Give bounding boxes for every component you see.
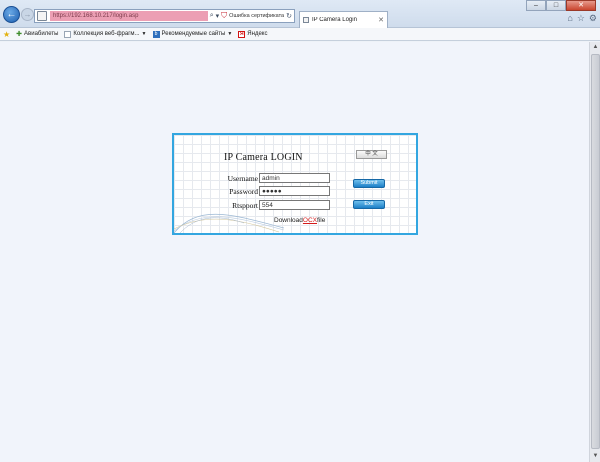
tab-label: IP Camera Login bbox=[312, 17, 357, 23]
favorite-label: Авиабилеты bbox=[24, 31, 59, 37]
login-panel: IP Camera LOGIN 中 文 Username Password Rt… bbox=[172, 133, 418, 235]
chevron-down-icon[interactable]: ▾ bbox=[216, 12, 220, 20]
home-icon[interactable]: ⌂ bbox=[567, 13, 572, 24]
caret-down-icon: ▼ bbox=[141, 31, 147, 37]
yandex-icon: Я bbox=[238, 30, 246, 38]
certificate-error-label[interactable]: Ошибка сертификата bbox=[229, 13, 284, 19]
password-row: Password bbox=[204, 186, 330, 196]
rtspport-row: Rtspport bbox=[204, 200, 330, 210]
page-icon bbox=[37, 11, 47, 21]
close-window-button[interactable]: ✕ bbox=[566, 0, 596, 11]
refresh-icon[interactable]: ↻ bbox=[286, 12, 292, 20]
browser-titlebar: ← → https://192.168.10.217/login.asp ⌕ ▾… bbox=[0, 0, 600, 28]
arrow-right-icon: → bbox=[23, 10, 32, 19]
caret-down-icon: ▼ bbox=[227, 31, 233, 37]
arrow-left-icon: ← bbox=[6, 9, 17, 20]
favorite-item-web-slices[interactable]: Коллекция веб-фрагм... ▼ bbox=[64, 30, 147, 38]
username-input[interactable] bbox=[259, 173, 330, 183]
download-suffix: file bbox=[317, 217, 326, 224]
address-url[interactable]: https://192.168.10.217/login.asp bbox=[50, 11, 208, 21]
scroll-down-icon[interactable]: ▼ bbox=[591, 452, 600, 461]
close-icon[interactable]: ✕ bbox=[378, 16, 384, 24]
minimize-button[interactable]: – bbox=[526, 0, 546, 11]
shield-icon[interactable]: ⛉ bbox=[221, 11, 227, 21]
favorites-bar: ★ ✚ Авиабилеты Коллекция веб-фрагм... ▼ … bbox=[0, 28, 600, 41]
rtspport-input[interactable] bbox=[259, 200, 330, 210]
search-icon[interactable]: ⌕ bbox=[210, 12, 214, 20]
favorite-label: Коллекция веб-фрагм... bbox=[73, 31, 140, 37]
username-row: Username bbox=[204, 173, 330, 183]
submit-button[interactable]: Submit bbox=[353, 179, 385, 188]
download-ocx-line: DownloadOCXfile bbox=[274, 217, 325, 224]
scroll-thumb[interactable] bbox=[591, 54, 600, 449]
login-title: IP Camera LOGIN bbox=[224, 152, 303, 163]
back-button[interactable]: ← bbox=[3, 6, 20, 23]
decorative-swoosh bbox=[174, 214, 284, 233]
gear-icon[interactable]: ⚙ bbox=[589, 13, 597, 24]
b-icon: b bbox=[152, 30, 160, 38]
language-button[interactable]: 中 文 bbox=[356, 150, 387, 159]
download-ocx-link[interactable]: OCX bbox=[303, 217, 317, 224]
favorite-item-suggested-sites[interactable]: b Рекомендуемые сайты ▼ bbox=[152, 30, 233, 38]
tab-ip-camera-login[interactable]: IP Camera Login ✕ bbox=[299, 11, 388, 28]
page-icon bbox=[303, 17, 309, 23]
page-icon bbox=[64, 30, 72, 38]
address-bar[interactable]: https://192.168.10.217/login.asp ⌕ ▾ ⛉ О… bbox=[34, 9, 295, 23]
browser-toolbar-icons: ⌂ ☆ ⚙ bbox=[567, 13, 597, 24]
favorite-item-aviabilety[interactable]: ✚ Авиабилеты bbox=[16, 30, 58, 38]
password-label: Password bbox=[229, 186, 258, 196]
window-controls: – □ ✕ bbox=[526, 0, 596, 11]
vertical-scrollbar[interactable]: ▲ ▼ bbox=[589, 42, 600, 462]
scroll-up-icon[interactable]: ▲ bbox=[591, 43, 600, 52]
forward-button[interactable]: → bbox=[21, 8, 34, 21]
favorites-star-icon[interactable]: ★ bbox=[3, 30, 10, 39]
username-label: Username bbox=[227, 173, 258, 183]
favorite-item-yandex[interactable]: Я Яндекс bbox=[238, 30, 268, 38]
favorite-label: Рекомендуемые сайты bbox=[161, 31, 226, 37]
star-icon[interactable]: ☆ bbox=[577, 13, 585, 24]
password-input[interactable] bbox=[259, 186, 330, 196]
rtspport-label: Rtspport bbox=[232, 200, 258, 210]
address-tools: ⌕ ▾ ⛉ Ошибка сертификата ↻ bbox=[208, 11, 294, 21]
exit-button[interactable]: Exit bbox=[353, 200, 385, 209]
plus-icon: ✚ bbox=[16, 31, 23, 38]
page-viewport bbox=[0, 42, 589, 462]
maximize-button[interactable]: □ bbox=[546, 0, 566, 11]
download-prefix: Download bbox=[274, 217, 303, 224]
favorite-label: Яндекс bbox=[247, 31, 268, 37]
